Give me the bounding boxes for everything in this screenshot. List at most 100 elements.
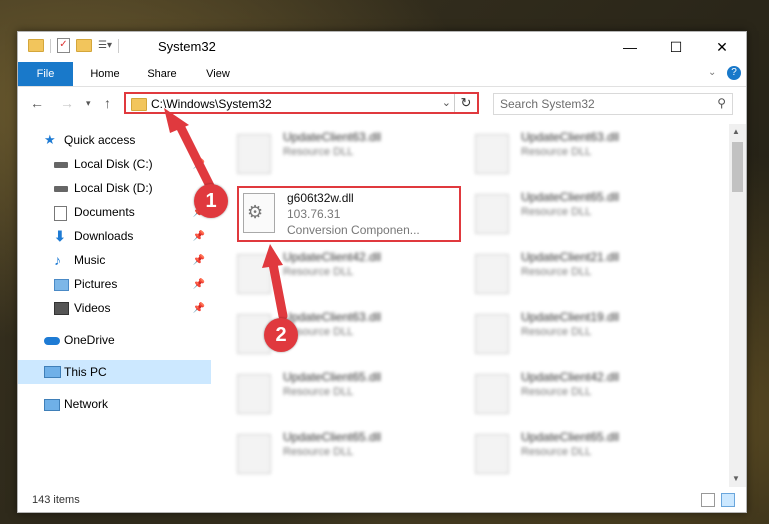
dll-file-icon: [237, 374, 271, 414]
sidebar-item-local-disk-c[interactable]: Local Disk (C:) 📌: [18, 152, 211, 176]
details-view-icon[interactable]: [701, 493, 715, 507]
file-description: Resource DLL: [521, 206, 592, 218]
file-name: UpdateClient65.dll: [521, 430, 620, 444]
chevron-down-icon[interactable]: ⌄: [442, 96, 451, 109]
file-item[interactable]: UpdateClient65.dll Resource DLL: [473, 188, 698, 240]
sidebar-item-downloads[interactable]: ⬇ Downloads 📌: [18, 224, 211, 248]
dll-file-icon: [475, 254, 509, 294]
file-item[interactable]: UpdateClient65.dll Resource DLL: [235, 368, 460, 420]
sidebar-item-label: Pictures: [74, 277, 118, 291]
sidebar-item-network[interactable]: Network: [18, 392, 211, 416]
pin-icon[interactable]: 📌: [193, 159, 205, 170]
address-bar[interactable]: C:\Windows\System32 ⌄ ↻: [124, 92, 479, 114]
file-description: Resource DLL: [521, 146, 592, 158]
pin-icon[interactable]: 📌: [193, 279, 205, 290]
window-title: System32: [158, 39, 216, 54]
back-arrow-icon[interactable]: ←: [30, 95, 44, 111]
sidebar-item-quick-access[interactable]: ★ Quick access: [18, 128, 211, 152]
pin-icon[interactable]: 📌: [193, 255, 205, 266]
computer-icon: [44, 366, 61, 378]
scroll-down-icon[interactable]: ▼: [732, 474, 740, 483]
dll-file-icon: [475, 374, 509, 414]
sidebar-item-onedrive[interactable]: OneDrive: [18, 328, 211, 352]
tab-view[interactable]: View: [193, 62, 243, 86]
selected-file-item[interactable]: ⚙ g606t32w.dll 103.76.31 Conversion Comp…: [237, 186, 461, 242]
file-name: UpdateClient65.dll: [283, 370, 382, 384]
file-name: UpdateClient42.dll: [283, 250, 382, 264]
folder-icon: [131, 98, 147, 111]
file-name: UpdateClient21.dll: [521, 250, 620, 264]
separator: [50, 38, 51, 53]
quick-access-toolbar: ✓ ☰▾: [28, 38, 119, 53]
new-folder-icon[interactable]: [76, 39, 92, 52]
file-item[interactable]: UpdateClient19.dll Resource DLL: [473, 308, 698, 360]
forward-arrow-icon[interactable]: →: [60, 95, 74, 111]
dll-file-icon: [237, 434, 271, 474]
dll-file-icon: [237, 254, 271, 294]
navigation-pane: ★ Quick access Local Disk (C:) 📌 Local D…: [18, 124, 213, 484]
file-item[interactable]: UpdateClient63.dll Resource DLL: [235, 128, 460, 180]
file-item[interactable]: UpdateClient42.dll Resource DLL: [235, 248, 460, 300]
sidebar-item-label: Documents: [74, 205, 135, 219]
address-path[interactable]: C:\Windows\System32: [151, 97, 272, 111]
tab-share[interactable]: Share: [137, 62, 187, 86]
sidebar-item-local-disk-d[interactable]: Local Disk (D:): [18, 176, 211, 200]
search-icon[interactable]: ⚲: [717, 96, 726, 110]
music-icon: ♪: [54, 252, 61, 268]
file-description: Resource DLL: [283, 146, 354, 158]
tiles-view-icon[interactable]: [721, 493, 735, 507]
file-name: UpdateClient42.dll: [521, 370, 620, 384]
status-bar: 143 items: [18, 490, 746, 512]
file-item[interactable]: UpdateClient21.dll Resource DLL: [473, 248, 698, 300]
sidebar-item-pictures[interactable]: Pictures 📌: [18, 272, 211, 296]
sidebar-item-label: Videos: [74, 301, 111, 315]
up-arrow-icon[interactable]: ↑: [104, 95, 111, 111]
maximize-button[interactable]: ☐: [653, 32, 699, 62]
network-icon: [44, 399, 60, 411]
sidebar-item-music[interactable]: ♪ Music 📌: [18, 248, 211, 272]
scroll-up-icon[interactable]: ▲: [732, 127, 740, 136]
sidebar-item-label: This PC: [64, 365, 107, 379]
file-item[interactable]: UpdateClient65.dll Resource DLL: [473, 428, 698, 480]
sidebar-item-label: Quick access: [64, 133, 136, 147]
sidebar-item-label: Network: [64, 397, 109, 411]
title-bar: ✓ ☰▾ System32 — ☐ ✕: [18, 32, 746, 62]
sidebar-item-this-pc[interactable]: This PC: [18, 360, 211, 384]
file-name: UpdateClient65.dll: [521, 190, 620, 204]
help-icon[interactable]: ?: [727, 66, 741, 80]
dll-file-icon: [475, 194, 509, 234]
dll-file-icon: [475, 134, 509, 174]
close-button[interactable]: ✕: [699, 32, 745, 62]
file-item[interactable]: UpdateClient42.dll Resource DLL: [473, 368, 698, 420]
minimize-button[interactable]: —: [607, 32, 653, 62]
sidebar-item-documents[interactable]: Documents 📌: [18, 200, 211, 224]
scrollbar-thumb[interactable]: [732, 142, 743, 192]
file-item[interactable]: UpdateClient63.dll Resource DLL: [473, 128, 698, 180]
file-description: Resource DLL: [283, 386, 354, 398]
expand-ribbon-icon[interactable]: ⌄: [708, 67, 716, 78]
file-description: Resource DLL: [521, 386, 592, 398]
properties-icon[interactable]: ✓: [57, 38, 70, 53]
sidebar-item-label: Music: [74, 253, 106, 267]
file-item[interactable]: UpdateClient65.dll Resource DLL: [235, 428, 460, 480]
tab-file[interactable]: File: [18, 62, 73, 86]
sidebar-item-videos[interactable]: Videos 📌: [18, 296, 211, 320]
pin-icon[interactable]: 📌: [193, 303, 205, 314]
download-icon: ⬇: [54, 228, 66, 244]
file-description: Resource DLL: [283, 266, 354, 278]
drive-icon: [54, 186, 68, 192]
tab-home[interactable]: Home: [80, 62, 130, 86]
folder-icon: [28, 39, 44, 52]
vertical-scrollbar[interactable]: ▲ ▼: [729, 124, 746, 487]
file-name: UpdateClient65.dll: [283, 430, 382, 444]
selected-file-description: Conversion Componen...: [287, 223, 420, 237]
refresh-icon[interactable]: ↻: [454, 94, 477, 112]
search-input[interactable]: Search System32 ⚲: [493, 93, 733, 115]
file-name: UpdateClient19.dll: [521, 310, 620, 324]
sidebar-item-label: Local Disk (D:): [74, 181, 153, 195]
file-name: UpdateClient63.dll: [283, 130, 382, 144]
pin-icon[interactable]: 📌: [193, 231, 205, 242]
customize-toolbar-icon[interactable]: ☰▾: [98, 40, 112, 51]
cloud-icon: [44, 337, 60, 345]
recent-locations-icon[interactable]: ▾: [86, 98, 91, 109]
